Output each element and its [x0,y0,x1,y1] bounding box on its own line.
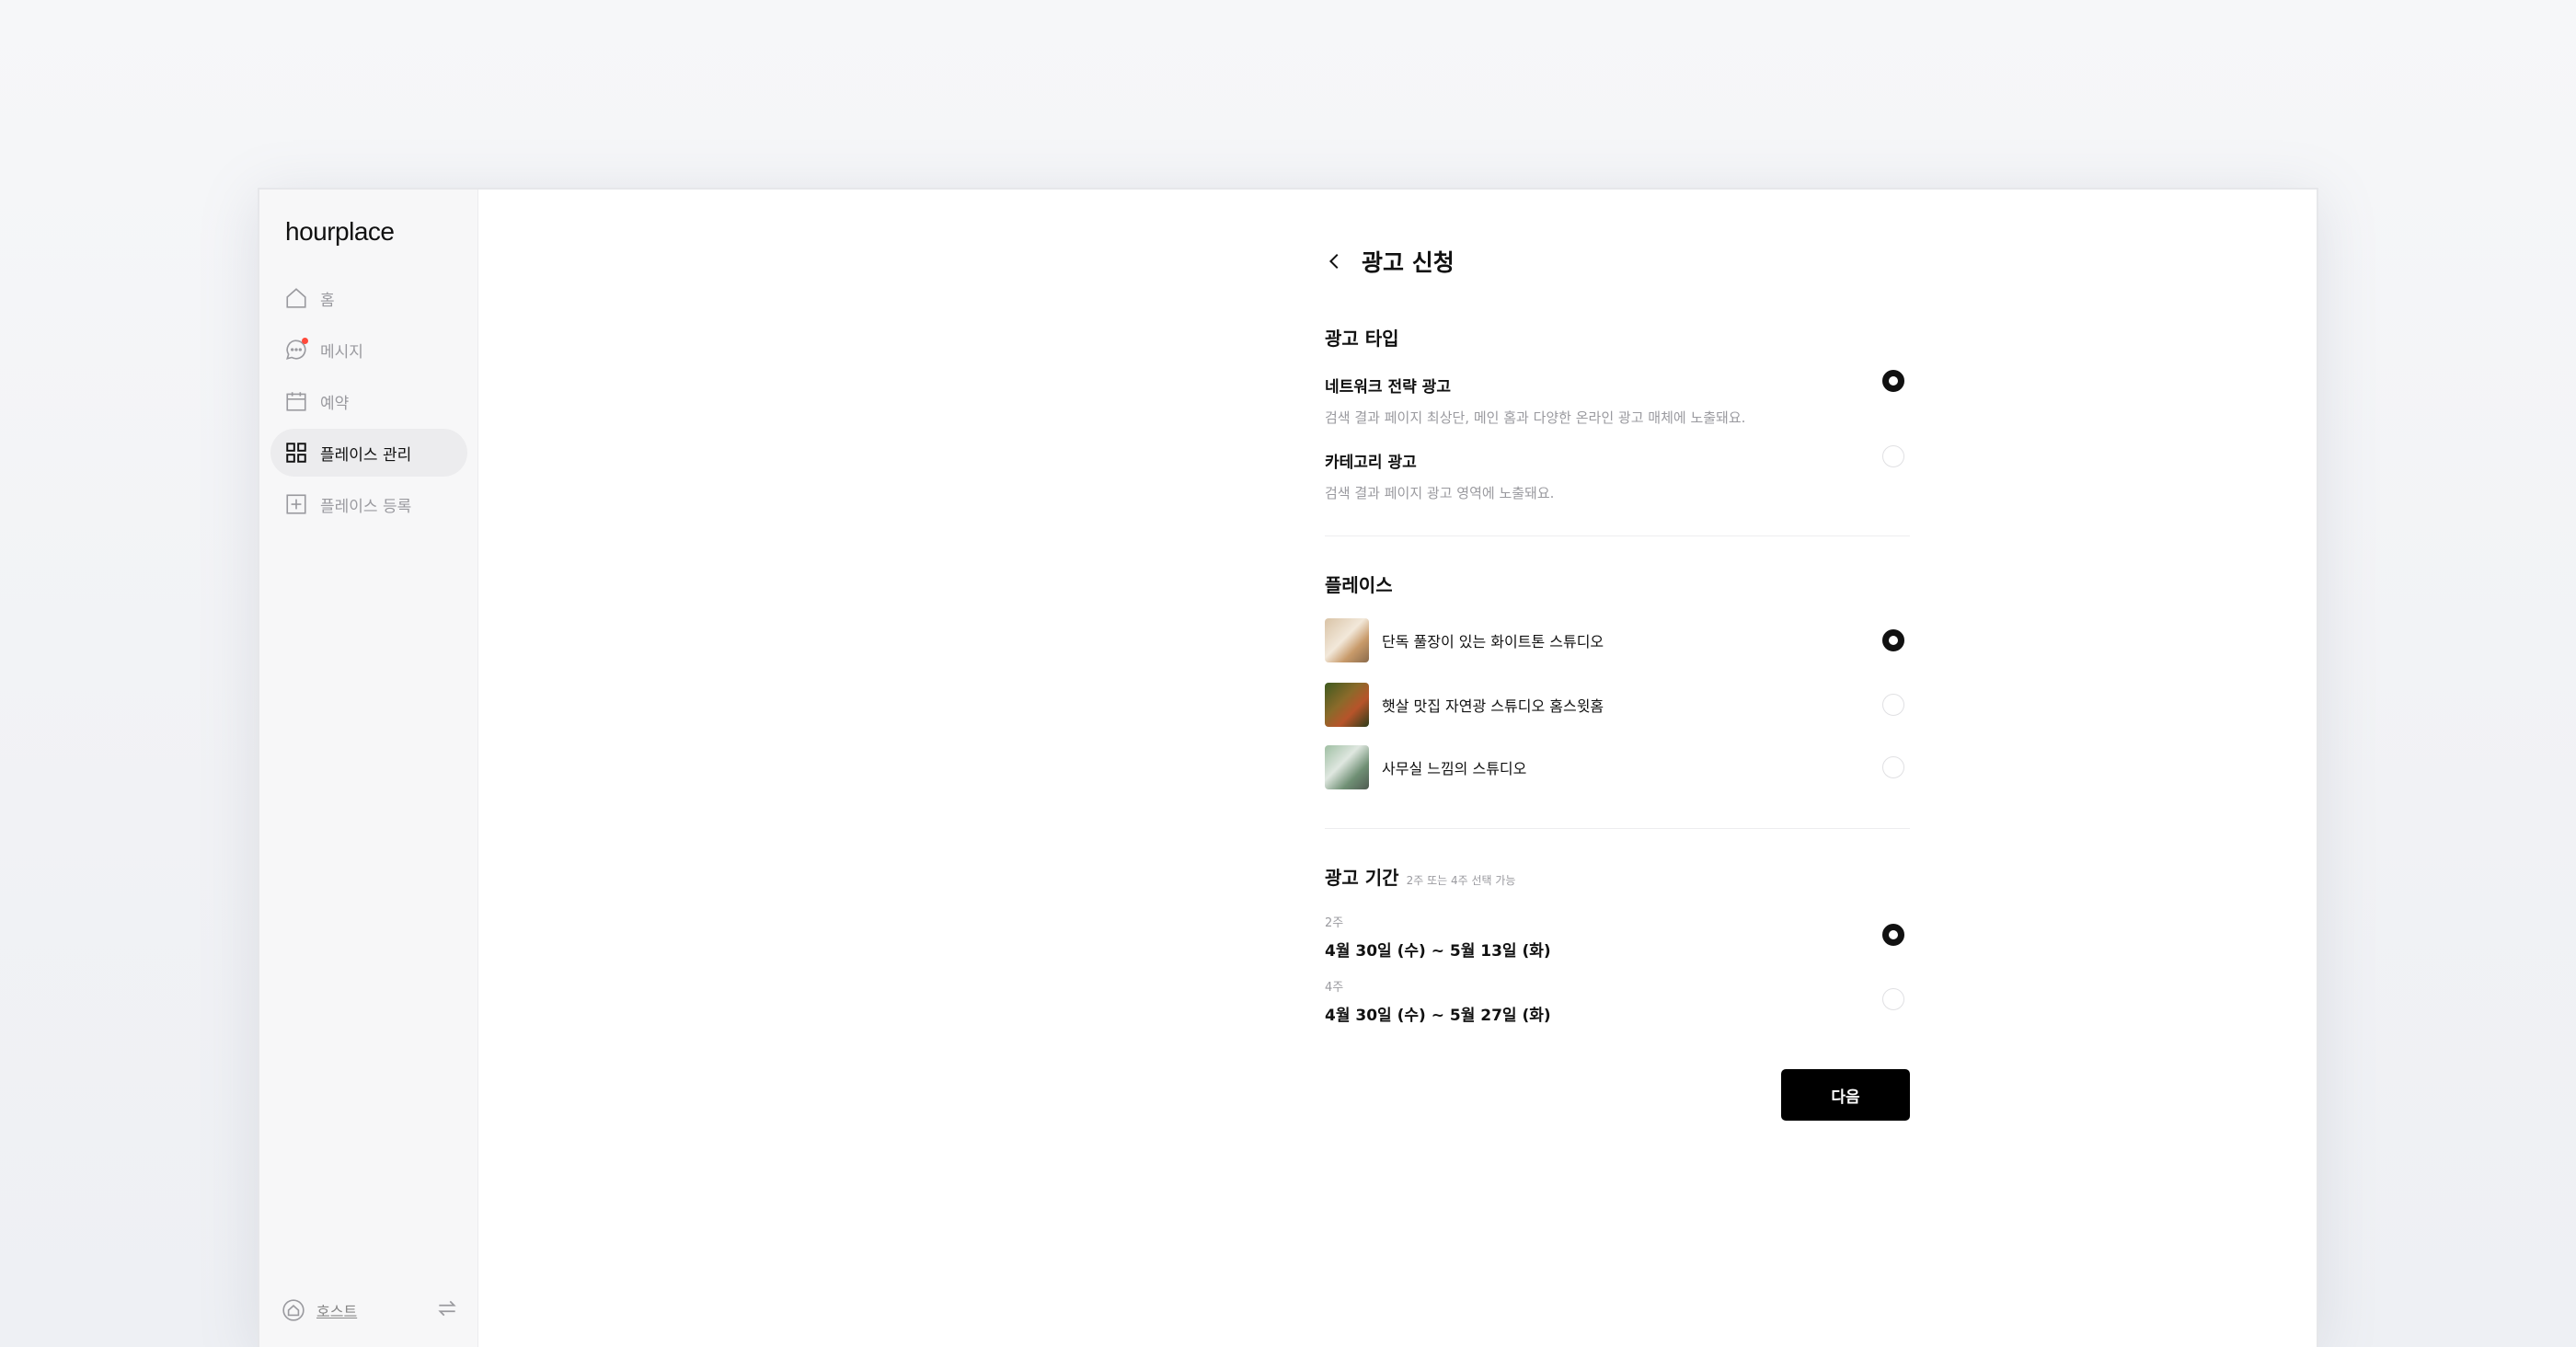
app-window: hourplace 홈 메시지 예약 플레이스 관리 플레이스 등록 호스트 광… [258,188,2318,1347]
place-item[interactable]: 사무실 느낌의 스튜디오 [1325,745,1910,789]
section-title-ad-type: 광고 타입 [1325,328,1399,350]
option-description: 검색 결과 페이지 최상단, 메인 홈과 다양한 온라인 광고 매체에 노출돼요… [1325,409,1746,426]
section-hint: 2주 또는 4주 선택 가능 [1406,874,1516,887]
grid-icon [283,440,309,466]
option-title: 네트워크 전략 광고 [1325,378,1451,397]
host-icon [282,1299,305,1321]
ad-type-option-network[interactable]: 네트워크 전략 광고 검색 결과 페이지 최상단, 메인 홈과 다양한 온라인 … [1325,370,1910,427]
divider [1325,828,1910,829]
place-item[interactable]: 햇살 맛집 자연광 스튜디오 홈스윗홈 [1325,683,1910,727]
sidebar-item-place-management[interactable]: 플레이스 관리 [270,429,467,477]
logo[interactable]: hourplace [285,217,395,247]
page-title: 광고 신청 [1362,249,1455,276]
radio-unselected[interactable] [1882,756,1904,778]
next-button[interactable]: 다음 [1781,1069,1910,1121]
radio-unselected[interactable] [1882,988,1904,1010]
place-item[interactable]: 단독 풀장이 있는 화이트톤 스튜디오 [1325,618,1910,662]
section-title-period: 광고 기간 2주 또는 4주 선택 가능 [1325,863,1515,890]
place-name: 단독 풀장이 있는 화이트톤 스튜디오 [1382,633,1604,650]
page-header: 광고 신청 [1325,245,1455,278]
place-thumbnail [1325,745,1369,789]
sidebar-item-label: 홈 [320,291,335,310]
chevron-left-icon[interactable] [1325,249,1349,273]
home-icon [283,285,309,311]
switch-icon[interactable] [435,1296,459,1324]
option-description: 검색 결과 페이지 광고 영역에 노출돼요. [1325,485,1555,501]
plus-square-icon [283,491,309,517]
place-thumbnail [1325,683,1369,727]
period-label: 2주 [1325,916,1344,930]
sidebar-item-reservations[interactable]: 예약 [270,377,467,425]
place-thumbnail [1325,618,1369,662]
period-range: 4월 30일 (수) ~ 5월 27일 (화) [1325,1007,1551,1025]
period-label: 4주 [1325,981,1344,995]
main-content: 광고 신청 광고 타입 네트워크 전략 광고 검색 결과 페이지 최상단, 메인… [478,190,2317,1347]
sidebar-item-home[interactable]: 홈 [270,274,467,322]
calendar-icon [283,388,309,414]
section-title-text: 광고 기간 [1325,867,1399,889]
host-label: 호스트 [316,1303,358,1320]
radio-unselected[interactable] [1882,694,1904,716]
place-name: 사무실 느낌의 스튜디오 [1382,760,1527,777]
radio-selected[interactable] [1882,629,1904,651]
section-title-places: 플레이스 [1325,574,1393,596]
radio-selected[interactable] [1882,924,1904,946]
sidebar-item-label: 예약 [320,394,350,413]
sidebar-nav: 홈 메시지 예약 플레이스 관리 플레이스 등록 [270,274,467,532]
notification-dot [302,338,308,344]
sidebar-item-label: 플레이스 등록 [320,497,412,516]
sidebar-footer: 호스트 [282,1295,459,1325]
message-icon [283,337,309,363]
option-title: 카테고리 광고 [1325,454,1417,472]
ad-type-option-category[interactable]: 카테고리 광고 검색 결과 페이지 광고 영역에 노출돼요. [1325,445,1910,502]
sidebar-item-label: 플레이스 관리 [320,445,412,465]
logo-text: hourplace [285,217,395,246]
period-option-4weeks[interactable]: 4주 4월 30일 (수) ~ 5월 27일 (화) [1325,977,1910,1025]
sidebar-item-label: 메시지 [320,342,363,362]
period-option-2weeks[interactable]: 2주 4월 30일 (수) ~ 5월 13일 (화) [1325,913,1910,961]
sidebar: hourplace 홈 메시지 예약 플레이스 관리 플레이스 등록 호스트 [259,190,478,1347]
sidebar-item-messages[interactable]: 메시지 [270,326,467,374]
radio-unselected[interactable] [1882,445,1904,467]
sidebar-item-place-register[interactable]: 플레이스 등록 [270,480,467,528]
host-link[interactable]: 호스트 [282,1298,357,1322]
divider [1325,535,1910,536]
place-name: 햇살 맛집 자연광 스튜디오 홈스윗홈 [1382,697,1604,715]
period-range: 4월 30일 (수) ~ 5월 13일 (화) [1325,942,1551,961]
radio-selected[interactable] [1882,370,1904,392]
